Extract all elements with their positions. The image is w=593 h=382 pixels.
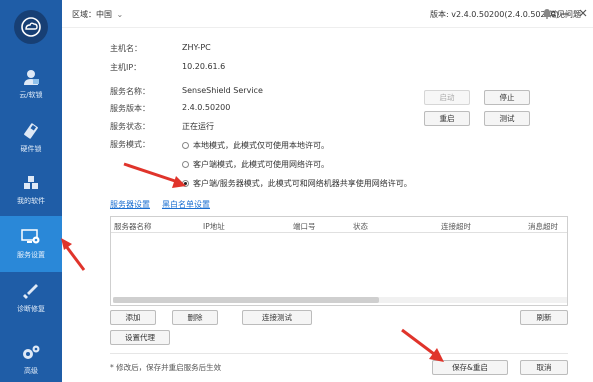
mode-client-server-radio[interactable]: 客户端/服务器模式，此模式可和网络机器共享使用网络许可。 [182,178,412,189]
service-version-label: 服务版本： [110,104,150,113]
delete-button[interactable]: 删除 [172,310,218,325]
table-header: 服务器名称 IP地址 端口号 状态 连接超时 消息超时 [111,217,567,233]
host-ip-value: 10.20.61.6 [182,62,226,71]
sidebar-item-label: 云/软锁 [19,91,43,99]
mode-client-label: 客户端模式，此模式可使用网络许可。 [193,160,329,169]
set-proxy-button[interactable]: 设置代理 [110,330,170,345]
sidebar-item-label: 硬件锁 [20,145,42,153]
sidebar-item-diagnose-repair[interactable]: 诊断修复 [0,270,62,326]
sidebar-item-my-software[interactable]: 我的软件 [0,162,62,218]
minimize-icon[interactable] [558,6,572,20]
user-icon [24,70,39,85]
gears-icon [23,345,40,359]
monitor-gear-icon [21,229,40,244]
region-label: 区域：中国 [72,10,112,19]
service-mode-label: 服务模式： [110,140,150,149]
mode-local-radio[interactable]: 本地模式，此模式仅可使用本地许可。 [182,140,329,151]
sidebar: 云/软锁 硬件锁 我的软件 服务设置 诊断修复 高级 [0,0,62,382]
service-name-label: 服务名称： [110,87,150,96]
host-ip-label: 主机IP： [110,63,142,72]
radio-button-selected[interactable] [182,180,189,187]
radio-button[interactable] [182,161,189,168]
sidebar-item-label: 高级 [24,367,38,375]
service-status-value: 正在运行 [182,122,214,131]
host-name-value: ZHY-PC [182,43,211,52]
cloud-logo-icon [21,17,41,37]
sidebar-item-advanced[interactable]: 高级 [0,338,62,382]
sidebar-item-label: 诊断修复 [17,305,45,313]
column-header: 连接超时 [441,222,471,231]
wrench-icon [23,284,38,299]
mode-client-radio[interactable]: 客户端模式，此模式可使用网络许可。 [182,159,329,170]
sidebar-item-cloud-soft-lock[interactable]: 云/软锁 [0,56,62,112]
bell-icon[interactable] [540,6,554,20]
column-header: 消息超时 [528,222,558,231]
sidebar-item-label: 我的软件 [17,197,45,205]
chevron-down-icon: ⌄ [116,10,124,19]
stop-button[interactable]: 停止 [484,90,530,105]
cancel-button[interactable]: 取消 [520,360,568,375]
horizontal-scrollbar[interactable] [113,297,567,303]
server-table: 服务器名称 IP地址 端口号 状态 连接超时 消息超时 [110,216,568,306]
app-logo [14,10,48,44]
column-header: 状态 [353,222,368,231]
start-button[interactable]: 启动 [424,90,470,105]
connection-test-button[interactable]: 连接测试 [242,310,312,325]
footer-note: * 修改后，保存并重启服务后生效 [110,362,221,373]
annotation-arrow-sidebar [61,238,86,271]
sidebar-item-service-settings[interactable]: 服务设置 [0,216,62,272]
sidebar-item-label: 服务设置 [17,251,45,259]
save-restart-button[interactable]: 保存&重启 [432,360,508,375]
mode-local-label: 本地模式，此模式仅可使用本地许可。 [193,141,329,150]
mode-client-server-label: 客户端/服务器模式，此模式可和网络机器共享使用网络许可。 [193,179,412,188]
footer-note-text: * 修改后，保存并重启服务后生效 [110,363,222,372]
service-name-value: SenseShield Service [182,86,263,95]
service-status-label: 服务状态： [110,122,150,131]
region-selector[interactable]: 区域：中国 ⌄ [72,9,123,20]
tab-server-settings[interactable]: 服务器设置 [110,199,150,210]
column-header: 端口号 [293,222,316,231]
radio-button[interactable] [182,142,189,149]
sidebar-item-hardware-lock[interactable]: 硬件锁 [0,110,62,166]
test-button[interactable]: 测试 [484,111,530,126]
refresh-button[interactable]: 刷新 [520,310,568,325]
tab-blacklist-whitelist[interactable]: 黑白名单设置 [162,199,210,210]
restart-button[interactable]: 重启 [424,111,470,126]
column-header: IP地址 [203,222,225,231]
add-button[interactable]: 添加 [110,310,156,325]
divider [110,353,568,354]
host-name-label: 主机名： [110,44,142,53]
usb-key-icon [24,123,38,139]
top-bar: 区域：中国 ⌄ 版本: v2.4.0.50200(2.4.0.50200) 常见… [62,0,593,28]
scrollbar-thumb[interactable] [113,297,379,303]
cubes-icon [24,176,38,189]
close-icon[interactable] [576,6,590,20]
service-version-value: 2.4.0.50200 [182,103,231,112]
column-header: 服务器名称 [114,222,152,231]
